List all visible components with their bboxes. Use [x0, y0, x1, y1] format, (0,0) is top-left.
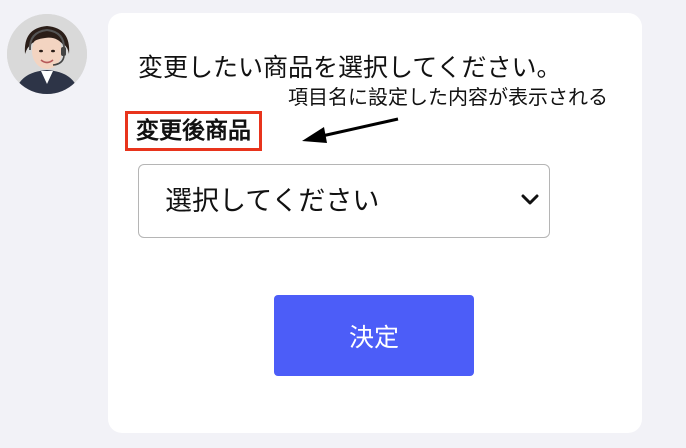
chevron-down-icon: [521, 194, 539, 205]
prompt-text: 変更したい商品を選択してください。: [138, 53, 562, 82]
chat-message-card: 変更したい商品を選択してください。 項目名に設定した内容が表示される 変更後商品…: [108, 13, 642, 433]
operator-avatar: [7, 14, 87, 94]
field-label: 変更後商品: [136, 118, 251, 144]
select-value: 選択してください: [165, 186, 380, 217]
annotation-note: 項目名に設定した内容が表示される: [288, 85, 608, 109]
arrow-left-icon: [302, 117, 399, 143]
product-select[interactable]: 選択してください: [138, 164, 550, 238]
field-label-highlight: 変更後商品: [125, 111, 262, 151]
submit-button[interactable]: 決定: [274, 295, 474, 376]
